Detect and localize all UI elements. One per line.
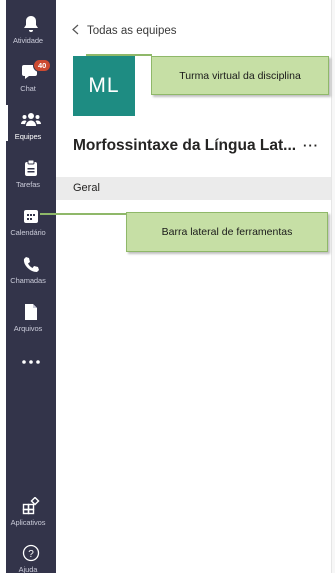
chevron-left-icon — [72, 24, 79, 38]
rail-item-calls[interactable]: Chamadas — [6, 254, 56, 298]
more-icon — [21, 352, 41, 372]
rail-item-chat[interactable]: 40 Chat — [6, 59, 56, 106]
rail-callout: Barra lateral de ferramentas — [126, 212, 328, 252]
rail-item-label: Arquivos — [13, 324, 43, 333]
rail-item-label: Chat — [20, 84, 36, 93]
channel-label: Geral — [73, 182, 100, 194]
back-link-label: Todas as equipes — [87, 25, 177, 37]
team-callout: Turma virtual da disciplina — [151, 56, 329, 95]
rail-item-label: Aplicativos — [10, 518, 46, 527]
team-name: Morfossintaxe da Língua Lat... — [73, 137, 297, 154]
rail-callout-connector — [40, 213, 126, 215]
teams-icon — [21, 110, 41, 130]
phone-icon — [21, 254, 41, 274]
team-avatar[interactable]: ML — [73, 56, 135, 116]
file-icon — [21, 302, 41, 322]
window-right-edge — [331, 0, 335, 573]
rail-item-help[interactable]: ? Ajuda — [6, 543, 56, 587]
chat-badge: 40 — [33, 59, 52, 72]
calendar-icon — [21, 206, 41, 226]
team-callout-connector — [86, 54, 152, 56]
back-to-teams-link[interactable]: Todas as equipes — [72, 24, 177, 38]
bell-icon — [21, 14, 41, 34]
more-options-icon[interactable]: ··· — [303, 138, 319, 153]
rail-callout-text: Barra lateral de ferramentas — [161, 226, 293, 238]
rail-item-label: Atividade — [13, 36, 43, 45]
rail-item-files[interactable]: Arquivos — [6, 302, 56, 346]
apps-icon — [21, 496, 41, 516]
rail-item-apps[interactable]: Aplicativos — [6, 496, 56, 540]
rail-item-label: Tarefas — [16, 180, 40, 189]
assignments-icon — [21, 158, 41, 178]
svg-text:?: ? — [28, 549, 34, 560]
rail-item-assignments[interactable]: Tarefas — [6, 158, 56, 202]
rail-item-label: Equipes — [14, 132, 42, 141]
rail-item-label: Chamadas — [10, 276, 46, 285]
channel-item-general[interactable]: Geral — [56, 177, 335, 200]
rail-item-more[interactable] — [6, 352, 56, 372]
rail-item-label: Calendário — [10, 228, 46, 237]
help-icon: ? — [21, 543, 41, 563]
rail-item-activity[interactable]: Atividade — [6, 14, 56, 58]
rail-item-teams[interactable]: Equipes — [6, 110, 56, 154]
team-callout-text: Turma virtual da disciplina — [179, 69, 301, 82]
